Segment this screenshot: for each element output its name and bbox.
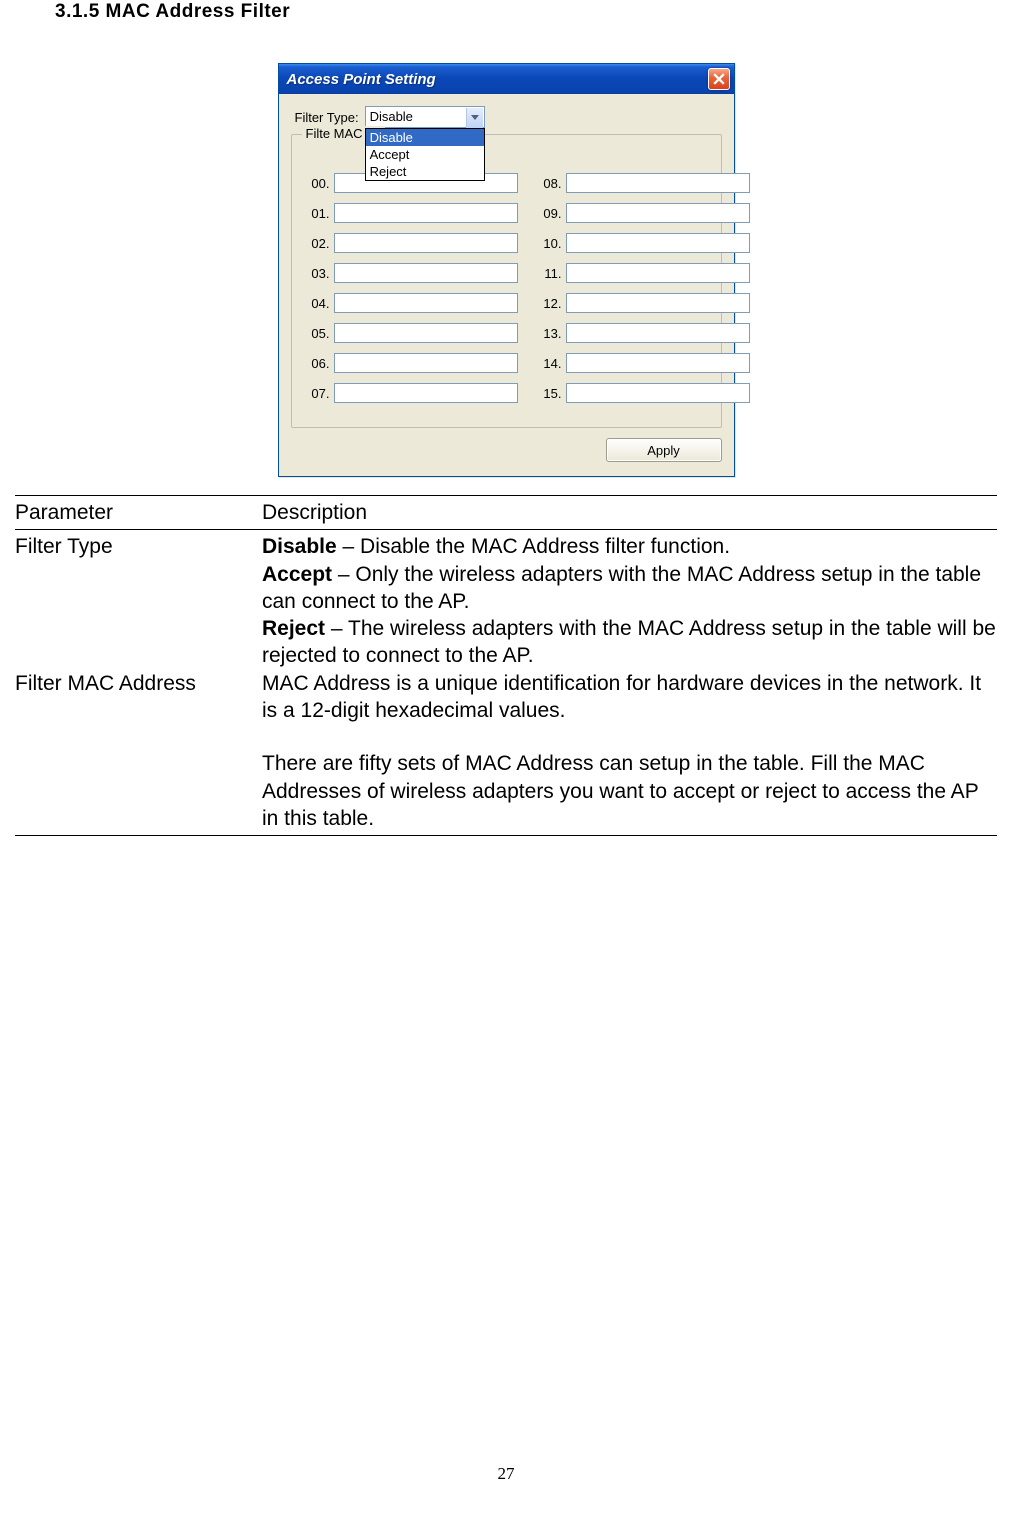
header-description: Description xyxy=(262,499,997,526)
mac-row: 03. xyxy=(304,263,518,283)
dropdown-option-accept[interactable]: Accept xyxy=(366,146,484,163)
mac-row: 04. xyxy=(304,293,518,313)
mac-input-14[interactable] xyxy=(566,353,750,373)
mac-row: 11. xyxy=(536,263,750,283)
dropdown-option-disable[interactable]: Disable xyxy=(366,129,484,146)
bold-disable: Disable xyxy=(262,535,337,558)
mac-label: 06. xyxy=(304,356,330,371)
dialog-body: Filter Type: Disable Disable Accept R xyxy=(279,94,734,476)
mac-row: 05. xyxy=(304,323,518,343)
mac-input-10[interactable] xyxy=(566,233,750,253)
close-icon xyxy=(713,73,725,85)
mac-row: 12. xyxy=(536,293,750,313)
text-accept: – Only the wireless adapters with the MA… xyxy=(262,563,981,613)
mac-label: 15. xyxy=(536,386,562,401)
text-disable: – Disable the MAC Address filter functio… xyxy=(337,535,730,558)
mac-input-13[interactable] xyxy=(566,323,750,343)
mac-col-right: 08. 09. 10. 11. 12. 13. 14. 15. xyxy=(536,173,750,413)
mac-label: 14. xyxy=(536,356,562,371)
mac-input-02[interactable] xyxy=(334,233,518,253)
table-row: Filter Type Disable – Disable the MAC Ad… xyxy=(15,533,997,669)
mac-input-11[interactable] xyxy=(566,263,750,283)
mac-desc-1: MAC Address is a unique identification f… xyxy=(262,670,997,725)
filter-type-dropdown: Disable Accept Reject xyxy=(365,128,485,181)
dialog-titlebar: Access Point Setting xyxy=(279,64,734,94)
filter-type-label: Filter Type: xyxy=(295,110,359,125)
filter-type-row: Filter Type: Disable Disable Accept R xyxy=(291,106,722,128)
access-point-dialog: Access Point Setting Filter Type: Disabl… xyxy=(278,63,735,477)
spacer xyxy=(262,724,997,750)
mac-label: 09. xyxy=(536,206,562,221)
page-number: 27 xyxy=(0,1464,1012,1484)
mac-row: 13. xyxy=(536,323,750,343)
mac-row: 02. xyxy=(304,233,518,253)
mac-row: 01. xyxy=(304,203,518,223)
mac-input-04[interactable] xyxy=(334,293,518,313)
combo-arrow[interactable] xyxy=(466,108,483,128)
dialog-container: Access Point Setting Filter Type: Disabl… xyxy=(0,23,1012,495)
table-row: Filter MAC Address MAC Address is a uniq… xyxy=(15,670,997,832)
mac-input-07[interactable] xyxy=(334,383,518,403)
mac-row: 14. xyxy=(536,353,750,373)
mac-label: 08. xyxy=(536,176,562,191)
mac-label: 02. xyxy=(304,236,330,251)
mac-input-09[interactable] xyxy=(566,203,750,223)
mac-grid: 00. 01. 02. 03. 04. 05. 06. 07. 08. 09. … xyxy=(304,173,709,413)
mac-row: 10. xyxy=(536,233,750,253)
apply-row: Apply xyxy=(291,438,722,462)
mac-row: 09. xyxy=(536,203,750,223)
header-parameter: Parameter xyxy=(15,499,262,526)
filter-type-combo[interactable]: Disable xyxy=(365,106,485,128)
combo-value: Disable xyxy=(370,109,413,124)
section-heading: 3.1.5 MAC Address Filter xyxy=(0,0,1012,23)
bold-accept: Accept xyxy=(262,563,332,586)
mac-input-08[interactable] xyxy=(566,173,750,193)
mac-label: 13. xyxy=(536,326,562,341)
mac-desc-2: There are fifty sets of MAC Address can … xyxy=(262,750,997,832)
text-reject: – The wireless adapters with the MAC Add… xyxy=(262,617,996,667)
mac-input-15[interactable] xyxy=(566,383,750,403)
description-table: Parameter Description Filter Type Disabl… xyxy=(15,495,997,836)
mac-row: 08. xyxy=(536,173,750,193)
mac-label: 12. xyxy=(536,296,562,311)
mac-filter-groupbox: Filte MAC Ad 00. 01. 02. 03. 04. 05. 06.… xyxy=(291,134,722,428)
mac-label: 05. xyxy=(304,326,330,341)
table-body: Filter Type Disable – Disable the MAC Ad… xyxy=(15,530,997,836)
mac-input-05[interactable] xyxy=(334,323,518,343)
chevron-down-icon xyxy=(471,115,479,121)
mac-label: 07. xyxy=(304,386,330,401)
mac-row: 15. xyxy=(536,383,750,403)
mac-label: 04. xyxy=(304,296,330,311)
param-filter-type: Filter Type xyxy=(15,533,262,669)
mac-row: 06. xyxy=(304,353,518,373)
table-header: Parameter Description xyxy=(15,495,997,530)
desc-filter-mac: MAC Address is a unique identification f… xyxy=(262,670,997,832)
mac-label: 10. xyxy=(536,236,562,251)
mac-col-left: 00. 01. 02. 03. 04. 05. 06. 07. xyxy=(304,173,518,413)
close-button[interactable] xyxy=(708,68,730,90)
param-filter-mac: Filter MAC Address xyxy=(15,670,262,832)
dropdown-option-reject[interactable]: Reject xyxy=(366,163,484,180)
dialog-title: Access Point Setting xyxy=(287,71,708,88)
mac-input-03[interactable] xyxy=(334,263,518,283)
mac-label: 03. xyxy=(304,266,330,281)
bold-reject: Reject xyxy=(262,617,325,640)
apply-button[interactable]: Apply xyxy=(606,438,722,462)
mac-input-06[interactable] xyxy=(334,353,518,373)
mac-label: 00. xyxy=(304,176,330,191)
mac-input-12[interactable] xyxy=(566,293,750,313)
mac-label: 01. xyxy=(304,206,330,221)
desc-filter-type: Disable – Disable the MAC Address filter… xyxy=(262,533,997,669)
filter-type-combo-wrap: Disable Disable Accept Reject xyxy=(365,106,485,128)
mac-label: 11. xyxy=(536,266,562,281)
mac-row: 07. xyxy=(304,383,518,403)
mac-input-01[interactable] xyxy=(334,203,518,223)
